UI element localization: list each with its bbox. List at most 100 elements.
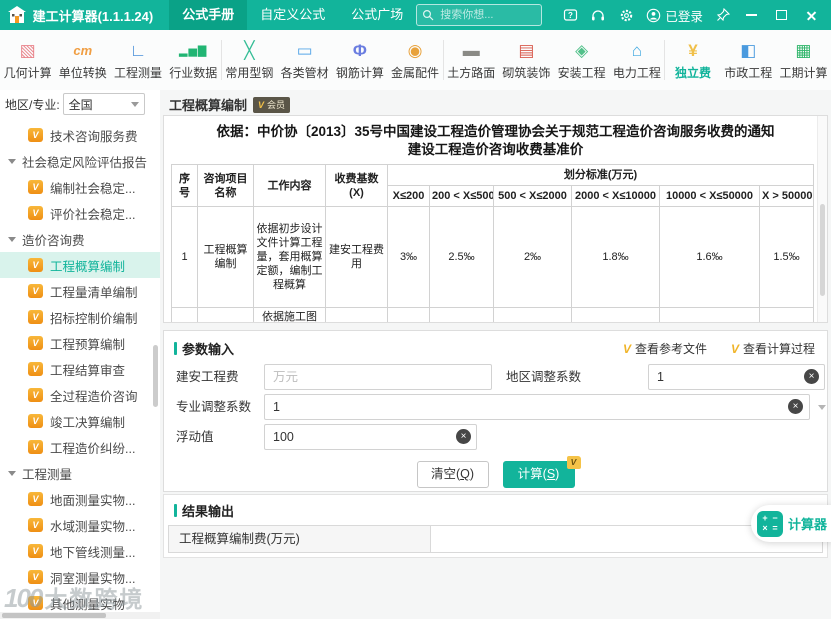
- search-input[interactable]: [438, 8, 537, 22]
- sidebar-item-other-survey[interactable]: V 其他测量实物: [0, 590, 160, 612]
- vip-icon: V: [28, 544, 43, 558]
- tool-unit-convert[interactable]: cm 单位转换: [55, 39, 110, 81]
- headset-icon[interactable]: [584, 0, 612, 30]
- result-row: 工程概算编制费(万元): [168, 525, 823, 553]
- tool-steel-sections[interactable]: ╳ 常用型钢: [222, 39, 277, 81]
- help-icon[interactable]: ?: [556, 0, 584, 30]
- menu-tab-custom-formula[interactable]: 自定义公式: [247, 0, 338, 30]
- sidebar-item-project-estimate[interactable]: V 工程概算编制: [0, 252, 160, 278]
- sidebar-item-boq-compile[interactable]: V 工程量清单编制: [0, 278, 160, 304]
- login-status[interactable]: 已登录: [646, 6, 703, 25]
- sidebar-item-ground-survey[interactable]: V 地面测量实物...: [0, 486, 160, 512]
- calc-button-text: ): [555, 467, 560, 481]
- col-header: 收费基数(X): [325, 164, 388, 207]
- calculator-icon: + − × =: [757, 510, 783, 537]
- major-factor-input[interactable]: [264, 394, 810, 420]
- cell-rate: 3‰: [387, 206, 430, 308]
- tool-geometry[interactable]: ▧ 几何计算: [0, 39, 55, 81]
- view-calc-process-link[interactable]: V 查看计算过程: [731, 340, 815, 357]
- tool-schedule-calc[interactable]: ▦ 工期计算: [776, 39, 831, 81]
- sidebar-item-evaluate-social[interactable]: V 评价社会稳定...: [0, 200, 160, 226]
- sidebar-item-underground-pipeline[interactable]: V 地下管线测量...: [0, 538, 160, 564]
- sidebar-item-cavern-survey[interactable]: V 洞室测量实物...: [0, 564, 160, 590]
- sidebar-item-final-account[interactable]: V 竣工决算编制: [0, 408, 160, 434]
- calc-button-text: 计算(: [517, 467, 547, 481]
- sidebar-item-settlement-review[interactable]: V 工程结算审查: [0, 356, 160, 382]
- sidebar-item-compile-social[interactable]: V 编制社会稳定...: [0, 174, 160, 200]
- menu-tab-formula-manual[interactable]: 公式手册: [169, 0, 248, 30]
- tool-installation[interactable]: ◈ 安装工程: [554, 39, 609, 81]
- close-button[interactable]: [797, 0, 827, 30]
- tool-municipal[interactable]: ◧ 市政工程: [721, 39, 776, 81]
- sidebar-item-label: 洞室测量实物...: [50, 571, 136, 586]
- view-reference-label: 查看参考文件: [634, 342, 707, 356]
- sidebar-item-label: 地面测量实物...: [50, 493, 136, 508]
- table-scrollbar[interactable]: [817, 116, 827, 322]
- sidebar-group-survey[interactable]: 工程测量: [0, 460, 160, 486]
- sidebar-item-water-survey[interactable]: V 水域测量实物...: [0, 512, 160, 538]
- region-select[interactable]: 全国: [62, 93, 145, 115]
- calc-plus-glyph: +: [762, 513, 768, 523]
- tool-electric-power[interactable]: ⌂ 电力工程: [609, 39, 664, 81]
- vip-icon: V: [28, 284, 43, 298]
- bar-chart-icon: ▂▅▇: [179, 45, 208, 57]
- cell-rate: [493, 307, 572, 322]
- table-row: 1 工程概算编制 依据初步设计文件计算工程量，套用概算定额，编制工程概算 建安工…: [171, 206, 815, 308]
- clear-button[interactable]: 清空(Q): [416, 461, 489, 488]
- search-box[interactable]: [416, 4, 543, 26]
- tool-earthwork-road[interactable]: ▬ 土方路面: [444, 39, 499, 81]
- sidebar-group-social-risk[interactable]: 社会稳定风险评估报告: [0, 148, 160, 174]
- results-panel: 结果输出 工程概算编制费(万元): [163, 494, 828, 558]
- cell-rate: 1.8‰: [571, 206, 660, 308]
- tool-metal-parts[interactable]: ◉ 金属配件: [387, 39, 442, 81]
- toolbar: ▧ 几何计算 cm 单位转换 ∟ 工程测量 ▂▅▇ 行业数据 ╳ 常用型钢 ▭ …: [0, 30, 831, 91]
- minimize-button[interactable]: [737, 0, 767, 30]
- maximize-button[interactable]: [767, 0, 797, 30]
- dropdown-caret-icon[interactable]: [818, 405, 826, 410]
- cell-index: [171, 307, 198, 322]
- tool-pipes[interactable]: ▭ 各类管材: [277, 39, 332, 81]
- tool-label: 行业数据: [169, 66, 218, 80]
- float-value-input[interactable]: [264, 424, 477, 450]
- sidebar-scrollbar-thumb[interactable]: [153, 345, 158, 407]
- sidebar-hscrollbar[interactable]: [0, 612, 160, 619]
- calculate-button[interactable]: 计算(S) V: [502, 456, 581, 488]
- vip-icon: V: [28, 414, 43, 428]
- tool-label: 钢筋计算: [335, 66, 384, 80]
- sidebar-item-budget-compile[interactable]: V 工程预算编制: [0, 330, 160, 356]
- sidebar-item-tender-control-price[interactable]: V 招标控制价编制: [0, 304, 160, 330]
- tool-rebar-calc[interactable]: Φ 钢筋计算: [332, 39, 387, 81]
- region-factor-input[interactable]: [648, 364, 825, 390]
- clear-field-icon[interactable]: ×: [788, 399, 803, 414]
- sidebar-group-cost-consult[interactable]: 造价咨询费: [0, 226, 160, 252]
- tool-independent-fee[interactable]: ¥ 独立费: [665, 39, 720, 81]
- sidebar-item-whole-process[interactable]: V 全过程造价咨询: [0, 382, 160, 408]
- sidebar-item-label: 技术咨询服务费: [50, 129, 138, 144]
- sidebar-item-tech-consult[interactable]: V 技术咨询服务费: [0, 122, 160, 148]
- result-label: 工程概算编制费(万元): [168, 525, 431, 553]
- results-section-title: 结果输出: [182, 504, 235, 519]
- tool-masonry-decor[interactable]: ▤ 砌筑装饰: [499, 39, 554, 81]
- pin-icon[interactable]: [709, 0, 737, 30]
- clear-field-icon[interactable]: ×: [804, 369, 819, 384]
- tool-survey[interactable]: ∟ 工程测量: [110, 39, 165, 81]
- settings-gear-icon[interactable]: [612, 0, 640, 30]
- floating-calculator-button[interactable]: + − × = 计算器: [751, 505, 831, 542]
- view-reference-link[interactable]: V 查看参考文件: [623, 340, 707, 357]
- clear-field-icon[interactable]: ×: [456, 429, 471, 444]
- table-scrollbar-thumb[interactable]: [820, 204, 825, 296]
- construction-fee-input[interactable]: [264, 364, 492, 390]
- clear-button-text: ): [469, 467, 475, 481]
- sidebar-hscrollbar-thumb[interactable]: [2, 613, 106, 618]
- geometry-cube-icon: ▧: [19, 41, 36, 60]
- tool-industry-data[interactable]: ▂▅▇ 行业数据: [166, 39, 221, 81]
- menu-tab-formula-plaza[interactable]: 公式广场: [338, 0, 416, 30]
- vip-icon: V: [28, 570, 43, 584]
- float-value-label: 浮动值: [176, 430, 214, 444]
- cell-rate: [758, 307, 815, 322]
- metal-parts-icon: ◉: [407, 41, 423, 60]
- sidebar-item-cost-dispute[interactable]: V 工程造价纠纷...: [0, 434, 160, 460]
- vip-icon: V: [28, 180, 43, 194]
- region-label: 地区/专业:: [5, 97, 60, 112]
- clear-hotkey: Q: [460, 467, 470, 481]
